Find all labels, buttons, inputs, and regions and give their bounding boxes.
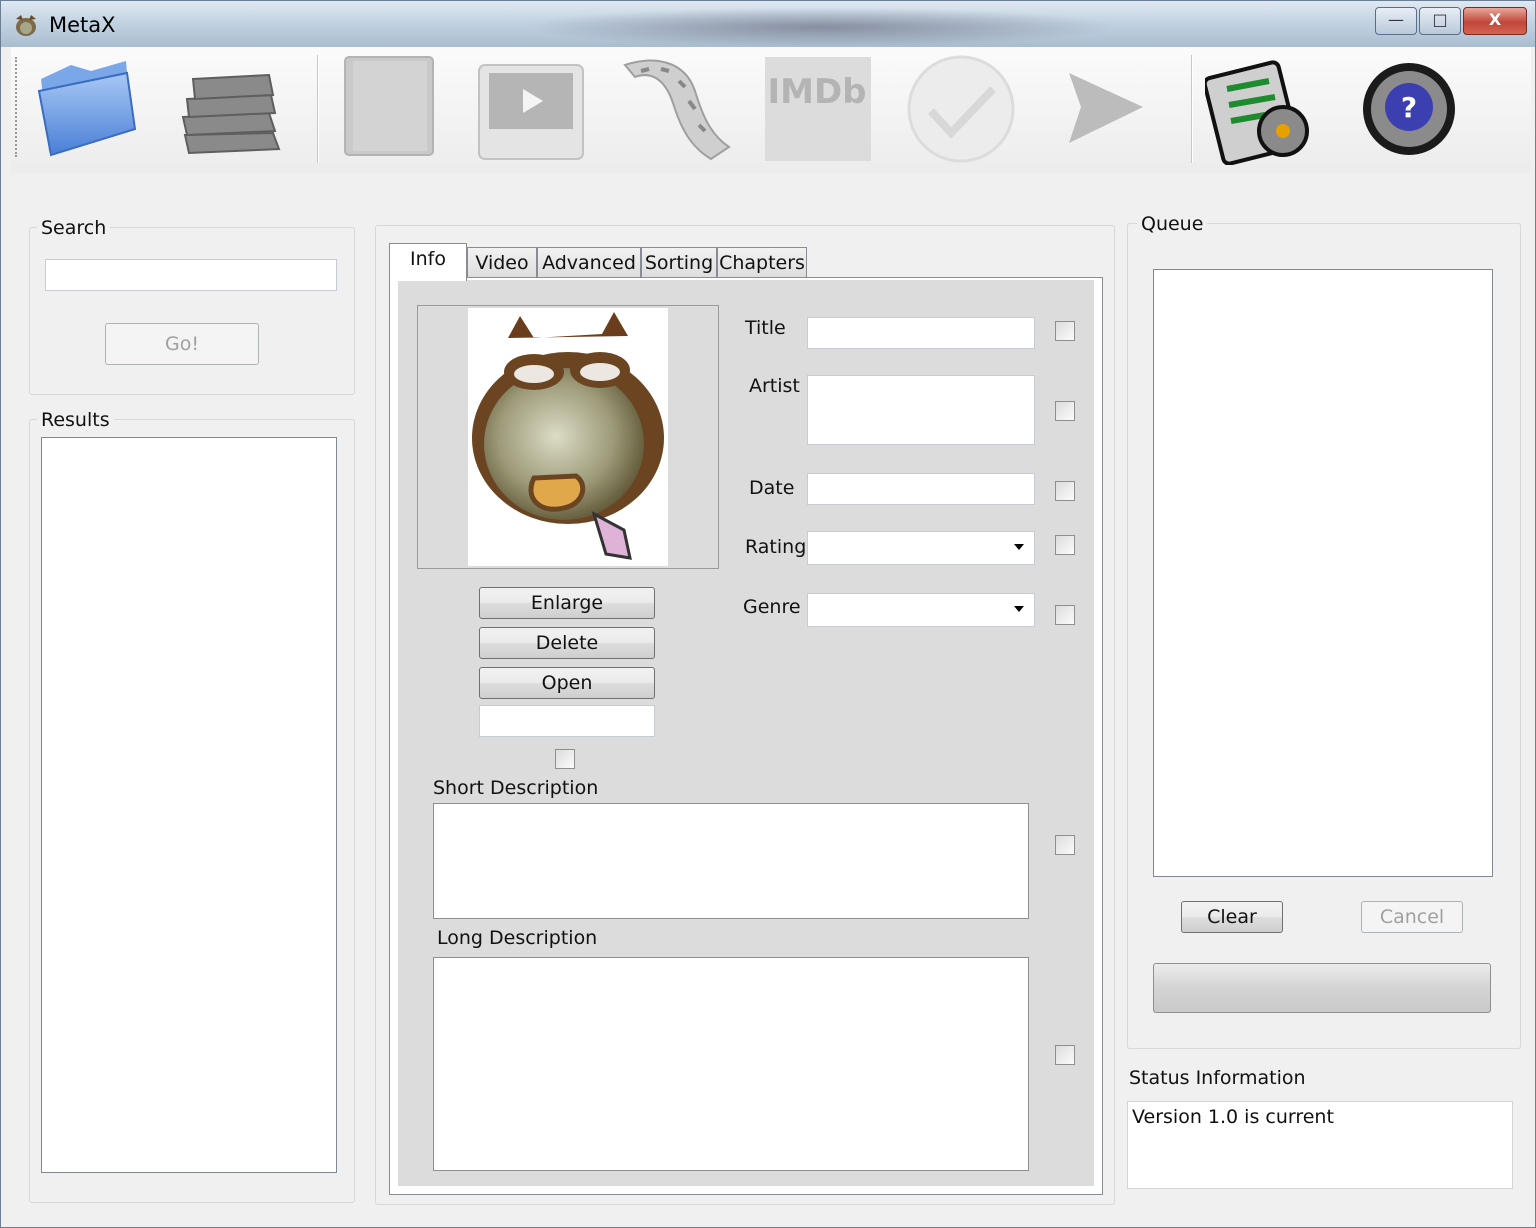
search-input[interactable]: [45, 259, 337, 291]
artist-label: Artist: [749, 375, 800, 397]
film-strip-icon: [623, 59, 731, 161]
imdb-icon: IMDb: [765, 57, 871, 161]
short-description-checkbox[interactable]: [1055, 835, 1075, 855]
imdb-button[interactable]: IMDb: [761, 51, 881, 165]
results-list[interactable]: [41, 437, 337, 1173]
genre-dropdown[interactable]: [807, 593, 1035, 627]
cancel-queue-button[interactable]: Cancel: [1361, 901, 1463, 933]
play-arrow-icon: [1069, 73, 1143, 143]
rating-checkbox[interactable]: [1055, 535, 1075, 555]
go-button[interactable]: Go!: [105, 323, 259, 365]
artwork-frame[interactable]: [417, 305, 719, 569]
rating-label: Rating: [745, 536, 807, 558]
artwork-path-input[interactable]: [479, 705, 655, 737]
svg-text:?: ?: [1401, 91, 1417, 124]
tab-info[interactable]: Info: [389, 243, 467, 281]
short-description-label: Short Description: [433, 777, 599, 799]
book-button[interactable]: [329, 51, 449, 165]
chevron-down-icon: [1014, 606, 1024, 612]
minimize-button[interactable]: —: [1375, 7, 1417, 35]
toolbar: IMDb ?: [11, 47, 1531, 173]
tab-sorting[interactable]: Sorting: [641, 247, 717, 279]
genre-label: Genre: [743, 596, 801, 618]
title-bar: MetaX — □ X: [1, 1, 1535, 47]
options-button[interactable]: [1202, 51, 1325, 166]
write-button[interactable]: [903, 51, 1023, 165]
queue-progress-bar: [1153, 963, 1491, 1013]
tv-show-button[interactable]: [471, 51, 591, 165]
books-stack-icon: [181, 73, 281, 155]
tv-icon: [478, 64, 584, 160]
clear-queue-button[interactable]: Clear: [1181, 901, 1283, 933]
status-label: Status Information: [1129, 1067, 1306, 1089]
help-icon: ?: [1363, 63, 1455, 155]
movie-button[interactable]: [615, 51, 735, 165]
queue-list[interactable]: [1153, 269, 1493, 877]
maximize-button[interactable]: □: [1419, 7, 1461, 35]
book-icon: [344, 56, 434, 156]
help-button[interactable]: ?: [1351, 51, 1471, 165]
date-label: Date: [749, 477, 795, 499]
open-folder-icon: [37, 61, 137, 157]
app-logo-icon: [16, 15, 36, 36]
batch-button[interactable]: [171, 51, 291, 165]
window-title: MetaX: [49, 13, 116, 37]
options-icon: [1202, 60, 1309, 166]
queue-group-label: Queue: [1137, 213, 1208, 235]
artwork-image: [472, 312, 664, 560]
search-group-label: Search: [37, 217, 111, 239]
long-description-checkbox[interactable]: [1055, 1045, 1075, 1065]
open-file-button[interactable]: [31, 51, 151, 165]
date-checkbox[interactable]: [1055, 481, 1075, 501]
tab-advanced[interactable]: Advanced: [537, 247, 641, 279]
results-group-label: Results: [37, 409, 114, 431]
artwork-checkbox[interactable]: [555, 749, 575, 769]
tab-chapters[interactable]: Chapters: [717, 247, 807, 279]
chevron-down-icon: [1014, 544, 1024, 550]
long-description-label: Long Description: [437, 927, 598, 949]
svg-text:IMDb: IMDb: [767, 72, 866, 112]
genre-checkbox[interactable]: [1055, 605, 1075, 625]
title-input[interactable]: [807, 317, 1035, 349]
artist-input[interactable]: [807, 375, 1035, 445]
enlarge-button[interactable]: Enlarge: [479, 587, 655, 619]
close-button[interactable]: X: [1463, 7, 1527, 35]
search-group: [29, 227, 355, 395]
checkmark-icon: [907, 55, 1015, 163]
status-text: Version 1.0 is current: [1127, 1101, 1513, 1189]
date-input[interactable]: [807, 473, 1035, 505]
long-description-input[interactable]: [433, 957, 1029, 1171]
rating-dropdown[interactable]: [807, 531, 1035, 565]
artist-checkbox[interactable]: [1055, 401, 1075, 421]
delete-artwork-button[interactable]: Delete: [479, 627, 655, 659]
toolbar-grip: [15, 57, 19, 157]
open-artwork-button[interactable]: Open: [479, 667, 655, 699]
title-label: Title: [745, 317, 786, 339]
title-checkbox[interactable]: [1055, 321, 1075, 341]
process-button[interactable]: [1047, 51, 1167, 165]
short-description-input[interactable]: [433, 803, 1029, 919]
main-window: MetaX — □ X IMDb ? Search Go! Results In…: [0, 0, 1536, 1228]
tab-video[interactable]: Video: [467, 247, 537, 279]
